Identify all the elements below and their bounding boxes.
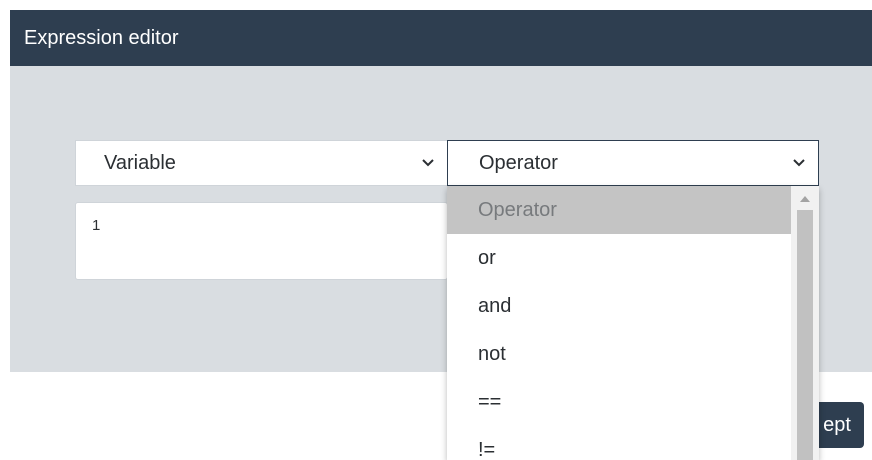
dropdown-option-label: not [478,342,506,365]
dropdown-option-label: or [478,246,496,269]
dropdown-option[interactable]: or [447,234,791,282]
dropdown-option[interactable]: != [447,426,791,460]
accept-button-label: ept [823,413,851,436]
dropdown-option-label: != [478,438,496,460]
dialog-header: Expression editor [10,10,872,66]
operator-dropdown-list: Operator or and not == != [447,186,819,460]
dropdown-option[interactable]: and [447,282,791,330]
operator-select[interactable]: Operator [447,140,819,186]
dropdown-option-label: and [478,294,512,317]
scroll-thumb[interactable] [797,210,813,460]
operator-select-value: Operator [479,151,558,174]
scroll-up-arrow-icon[interactable] [800,196,810,202]
dropdown-option[interactable]: == [447,378,791,426]
chevron-down-icon [422,159,434,167]
variable-select[interactable]: Variable [75,140,448,186]
variable-select-value: Variable [104,151,176,174]
dropdown-scrollbar[interactable] [791,186,819,460]
dropdown-option-label: Operator [478,198,557,221]
dropdown-option-label: == [478,390,502,413]
dialog-title: Expression editor [24,26,179,49]
dropdown-option[interactable]: not [447,330,791,378]
chevron-down-icon [793,159,805,167]
dropdown-option[interactable]: Operator [447,186,791,234]
expression-value: 1 [92,217,101,234]
expression-input[interactable]: 1 [75,202,448,280]
